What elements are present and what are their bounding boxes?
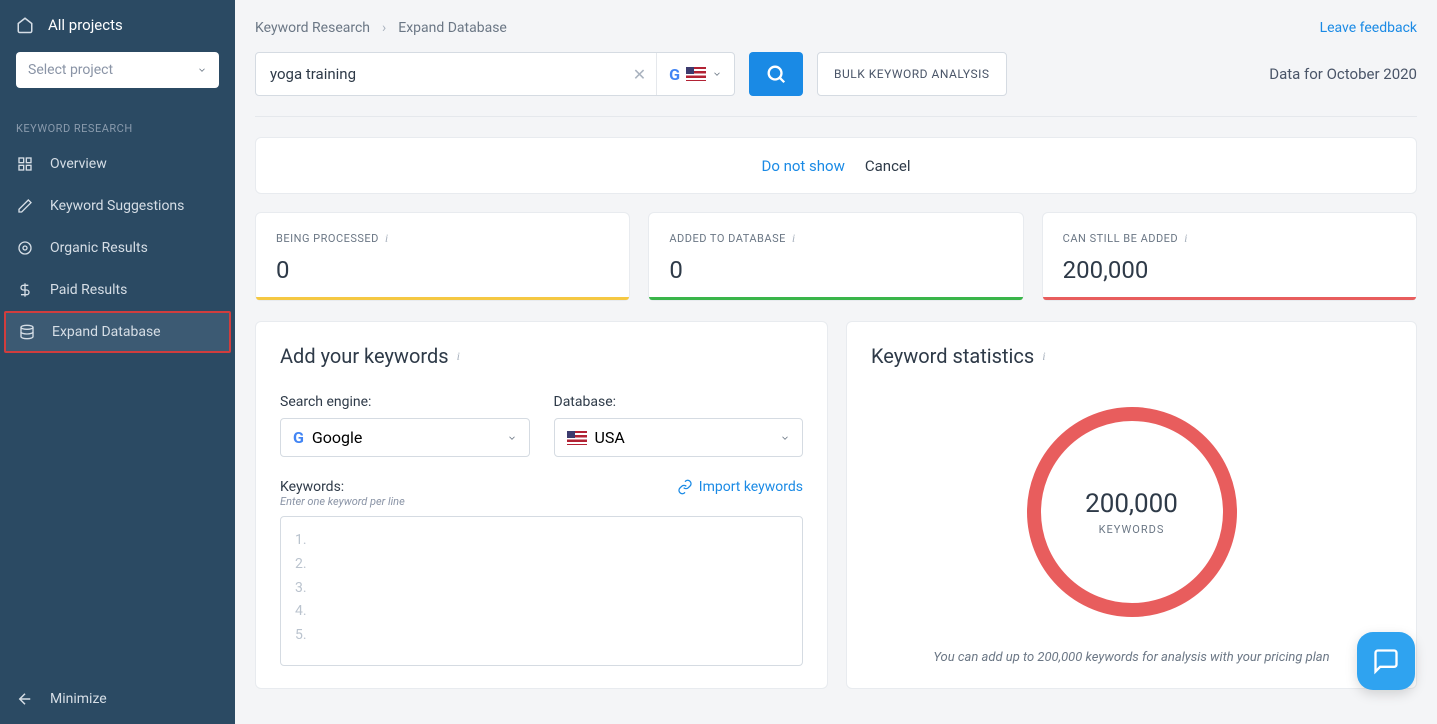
sidebar: All projects Select project KEYWORD RESE… (0, 0, 235, 724)
keywords-label: Keywords: (280, 479, 405, 495)
import-label: Import keywords (699, 479, 803, 495)
search-box: ✕ G (255, 52, 735, 96)
search-button[interactable] (749, 52, 803, 96)
info-icon[interactable]: i (792, 231, 796, 246)
bulk-analysis-button[interactable]: BULK KEYWORD ANALYSIS (817, 52, 1007, 96)
donut-label: KEYWORDS (1099, 523, 1165, 536)
arrow-left-icon (16, 690, 34, 708)
donut-value: 200,000 (1085, 489, 1178, 519)
chevron-down-icon (712, 69, 722, 79)
us-flag-icon (567, 431, 587, 445)
us-flag-icon (686, 67, 706, 81)
minimize-button[interactable]: Minimize (0, 674, 235, 724)
notice-banner: Do not show Cancel (255, 137, 1417, 194)
keywords-hint: Enter one keyword per line (280, 495, 405, 508)
google-icon: G (293, 428, 304, 447)
sidebar-item-organic[interactable]: Organic Results (0, 227, 235, 269)
stat-label: CAN STILL BE ADDED (1063, 232, 1179, 245)
kw-line: 1. (295, 529, 788, 553)
sidebar-item-label: Overview (50, 156, 107, 172)
target-icon (16, 239, 34, 257)
stat-card-added: ADDED TO DATABASE i 0 (648, 212, 1023, 301)
engine-country-selector[interactable]: G (656, 53, 734, 95)
database-select[interactable]: USA (554, 418, 804, 457)
chevron-down-icon (197, 65, 207, 75)
donut-note: You can add up to 200,000 keywords for a… (933, 650, 1329, 665)
all-projects-label: All projects (48, 16, 123, 34)
link-icon (677, 479, 693, 495)
chat-icon (1372, 647, 1400, 675)
keyword-statistics-panel: Keyword statistics i 200,000 KEYWORDS You… (846, 321, 1417, 689)
clear-icon[interactable]: ✕ (623, 65, 656, 84)
google-icon: G (669, 65, 680, 84)
stat-value: 0 (276, 256, 609, 284)
project-select[interactable]: Select project (16, 52, 219, 88)
database-icon (18, 323, 36, 341)
add-keywords-panel: Add your keywords i Search engine: G Goog… (255, 321, 828, 689)
kw-line: 3. (295, 577, 788, 601)
chevron-down-icon (507, 433, 517, 443)
project-select-placeholder: Select project (28, 62, 113, 78)
sidebar-item-label: Paid Results (50, 282, 127, 298)
sidebar-item-label: Expand Database (52, 324, 161, 340)
data-period-label: Data for October 2020 (1269, 65, 1417, 83)
minimize-label: Minimize (50, 691, 107, 707)
grid-icon (16, 155, 34, 173)
sidebar-item-label: Keyword Suggestions (50, 198, 184, 214)
kw-line: 4. (295, 600, 788, 624)
dollar-icon (16, 281, 34, 299)
database-label: Database: (554, 394, 804, 410)
search-engine-label: Search engine: (280, 394, 530, 410)
breadcrumb: Keyword Research › Expand Database (255, 20, 507, 36)
panel-title: Keyword statistics (871, 344, 1034, 368)
info-icon[interactable]: i (1042, 349, 1045, 364)
chevron-down-icon (780, 433, 790, 443)
info-icon[interactable]: i (385, 231, 389, 246)
breadcrumb-root[interactable]: Keyword Research (255, 20, 370, 36)
sidebar-item-expand-database[interactable]: Expand Database (4, 311, 231, 353)
stat-label: BEING PROCESSED (276, 232, 379, 245)
info-icon[interactable]: i (457, 349, 460, 364)
pencil-icon (16, 197, 34, 215)
chevron-right-icon: › (382, 20, 386, 36)
home-icon (16, 16, 34, 34)
sidebar-item-suggestions[interactable]: Keyword Suggestions (0, 185, 235, 227)
select-value: USA (595, 428, 625, 447)
sidebar-item-label: Organic Results (50, 240, 148, 256)
do-not-show-link[interactable]: Do not show (761, 157, 844, 175)
leave-feedback-link[interactable]: Leave feedback (1320, 20, 1417, 36)
kw-line: 2. (295, 553, 788, 577)
search-engine-select[interactable]: G Google (280, 418, 530, 457)
info-icon[interactable]: i (1184, 231, 1188, 246)
keywords-textarea[interactable]: 1. 2. 3. 4. 5. (280, 516, 803, 666)
chat-fab[interactable] (1357, 632, 1415, 690)
keyword-search-input[interactable] (256, 65, 623, 83)
cancel-link[interactable]: Cancel (865, 157, 911, 175)
stat-card-remaining: CAN STILL BE ADDED i 200,000 (1042, 212, 1417, 301)
stat-card-processed: BEING PROCESSED i 0 (255, 212, 630, 301)
select-value: Google (312, 428, 363, 447)
import-keywords-link[interactable]: Import keywords (677, 479, 803, 495)
all-projects-link[interactable]: All projects (16, 16, 219, 34)
search-icon (765, 63, 787, 85)
sidebar-item-paid[interactable]: Paid Results (0, 269, 235, 311)
main-content: Keyword Research › Expand Database Leave… (235, 0, 1437, 724)
stat-value: 200,000 (1063, 256, 1396, 284)
breadcrumb-current: Expand Database (398, 20, 507, 36)
sidebar-section-label: KEYWORD RESEARCH (0, 104, 235, 143)
stat-label: ADDED TO DATABASE (669, 232, 786, 245)
panel-title: Add your keywords (280, 344, 449, 368)
stat-value: 0 (669, 256, 1002, 284)
sidebar-item-overview[interactable]: Overview (0, 143, 235, 185)
kw-line: 5. (295, 624, 788, 648)
keywords-donut-chart: 200,000 KEYWORDS (1024, 404, 1240, 620)
